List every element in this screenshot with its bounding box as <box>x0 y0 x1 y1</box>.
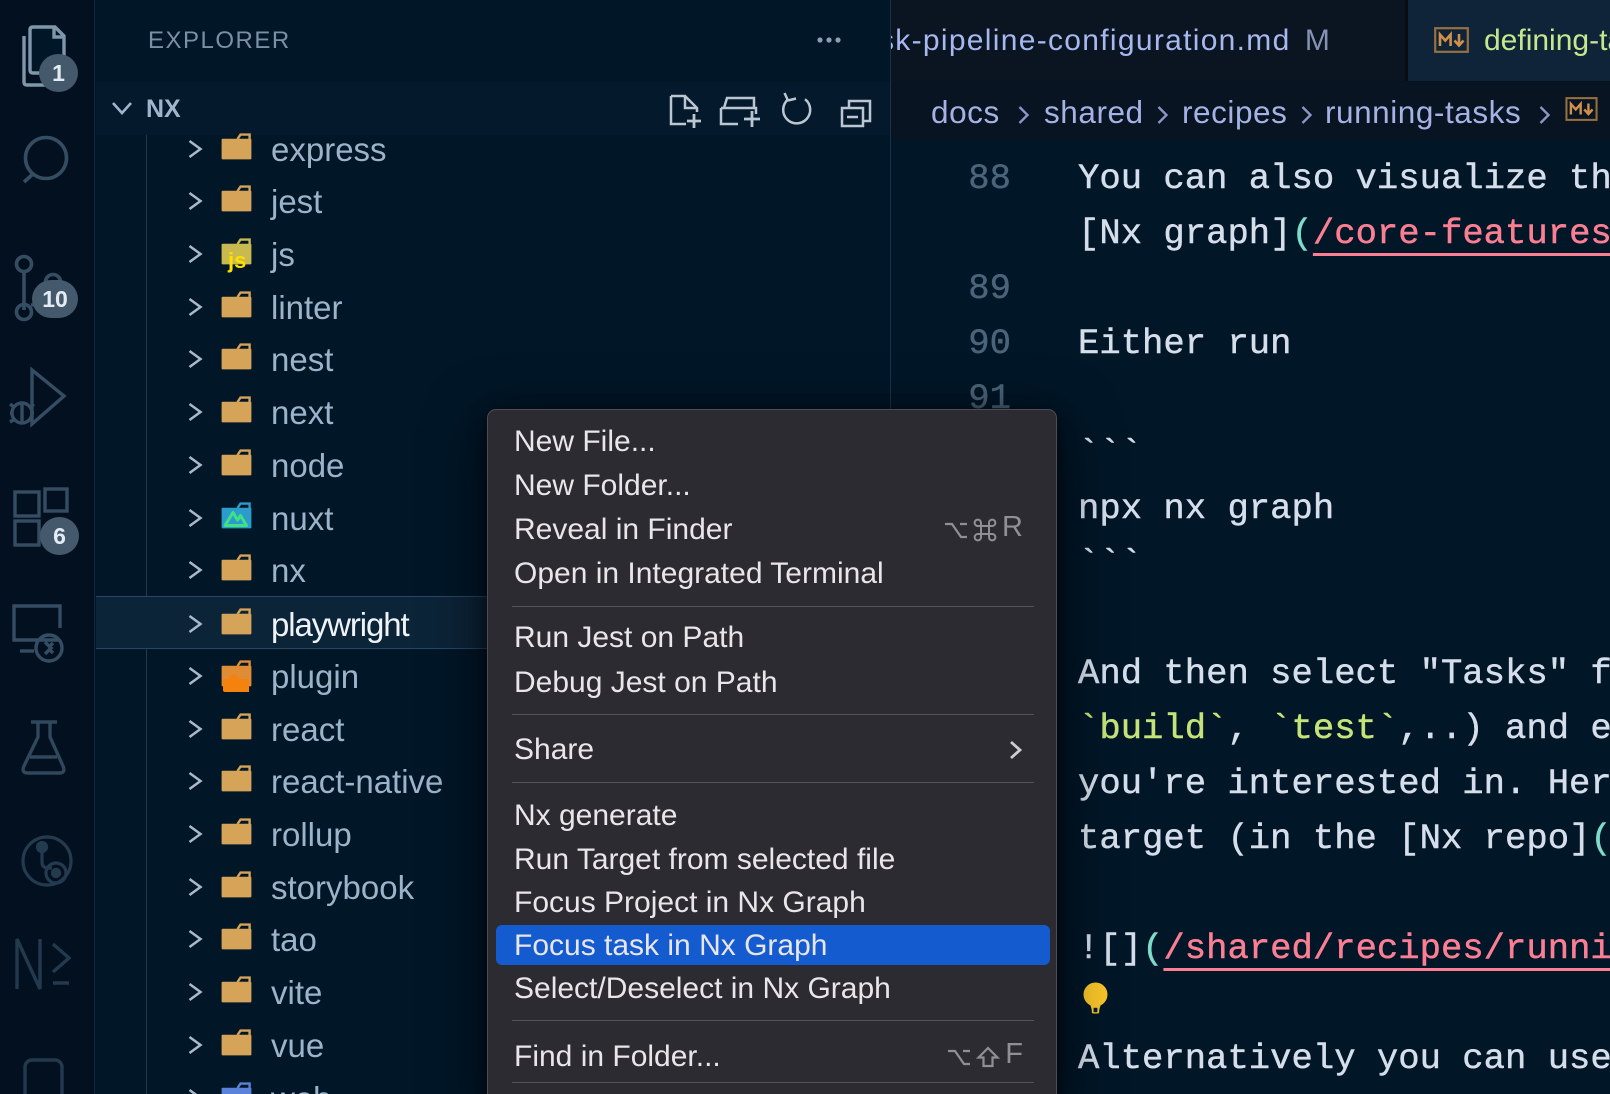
svg-text:js: js <box>227 248 246 273</box>
